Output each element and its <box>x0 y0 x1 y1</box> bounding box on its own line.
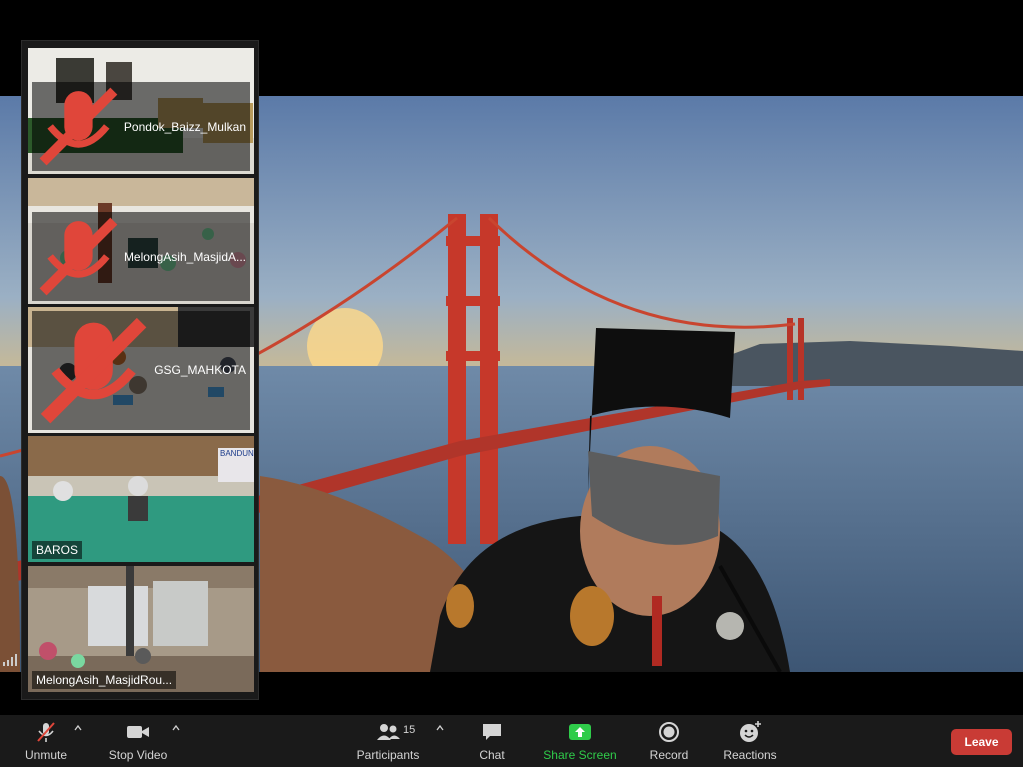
chat-button[interactable]: Chat <box>474 719 510 765</box>
chevron-up-icon <box>74 724 82 731</box>
participant-name: Pondok_Baizz_Mulkan <box>123 119 246 134</box>
share-screen-label: Share Screen <box>543 748 617 762</box>
share-screen-button[interactable]: Share Screen <box>543 719 617 765</box>
share-screen-icon <box>569 724 591 740</box>
participant-name-label: GSG_MAHKOTA <box>32 310 250 430</box>
participants-count: 15 <box>403 724 416 736</box>
stop-video-button[interactable]: Stop Video <box>105 719 171 765</box>
chat-bubble-icon <box>483 724 501 740</box>
stop-video-label: Stop Video <box>108 748 168 762</box>
participant-thumbnail[interactable]: MelongAsih_MasjidA... <box>28 178 254 304</box>
participant-thumbnail[interactable]: MelongAsih_MasjidRou... <box>28 566 254 692</box>
participant-thumbnail[interactable]: GSG_MAHKOTA <box>28 307 254 433</box>
participant-name-label: Pondok_Baizz_Mulkan <box>32 82 250 171</box>
participant-name: MelongAsih_MasjidRou... <box>36 673 173 687</box>
participant-name-label: MelongAsih_MasjidA... <box>32 212 250 301</box>
audio-options-caret[interactable] <box>73 723 83 733</box>
record-button[interactable]: Record <box>647 719 691 765</box>
record-label: Record <box>649 748 689 762</box>
banner-text: BANDUN <box>220 449 254 458</box>
participant-thumbnail-strip: Pondok_Baizz_Mulkan MelongAsih_MasjidA..… <box>21 40 259 700</box>
chevron-up-icon <box>172 724 180 731</box>
participant-thumbnail[interactable]: Pondok_Baizz_Mulkan <box>28 48 254 174</box>
reactions-label: Reactions <box>723 748 777 762</box>
mic-muted-icon <box>39 217 118 296</box>
meeting-controls-toolbar: Unmute Stop Video Participants 15 Chat S… <box>0 715 1023 767</box>
record-icon <box>659 722 679 742</box>
mic-muted-icon <box>40 317 147 424</box>
video-camera-icon <box>127 726 149 738</box>
participant-name: BAROS <box>36 543 79 557</box>
participants-icon <box>377 724 400 740</box>
video-options-caret[interactable] <box>171 723 181 733</box>
participant-name-label: MelongAsih_MasjidRou... <box>32 671 177 689</box>
participant-thumbnail[interactable]: BANDUN BAROS <box>28 436 254 562</box>
mic-muted-icon <box>39 87 118 166</box>
unmute-label: Unmute <box>24 748 68 762</box>
chevron-up-icon <box>436 724 444 731</box>
participant-name: MelongAsih_MasjidA... <box>123 249 246 264</box>
chat-label: Chat <box>479 748 505 762</box>
meeting-stage: Pondok_Baizz_Mulkan MelongAsih_MasjidA..… <box>0 0 1023 715</box>
leave-button[interactable]: Leave <box>951 729 1012 755</box>
participants-options-caret[interactable] <box>435 723 445 733</box>
participants-label: Participants <box>356 748 420 762</box>
mic-muted-icon <box>37 722 55 742</box>
reactions-button[interactable]: Reactions <box>721 719 779 765</box>
participant-name: GSG_MAHKOTA <box>154 363 246 378</box>
network-signal-icon <box>3 654 17 666</box>
unmute-button[interactable]: Unmute <box>20 719 72 765</box>
emoji-reaction-icon <box>740 721 761 742</box>
participant-name-label: BAROS <box>32 541 83 559</box>
